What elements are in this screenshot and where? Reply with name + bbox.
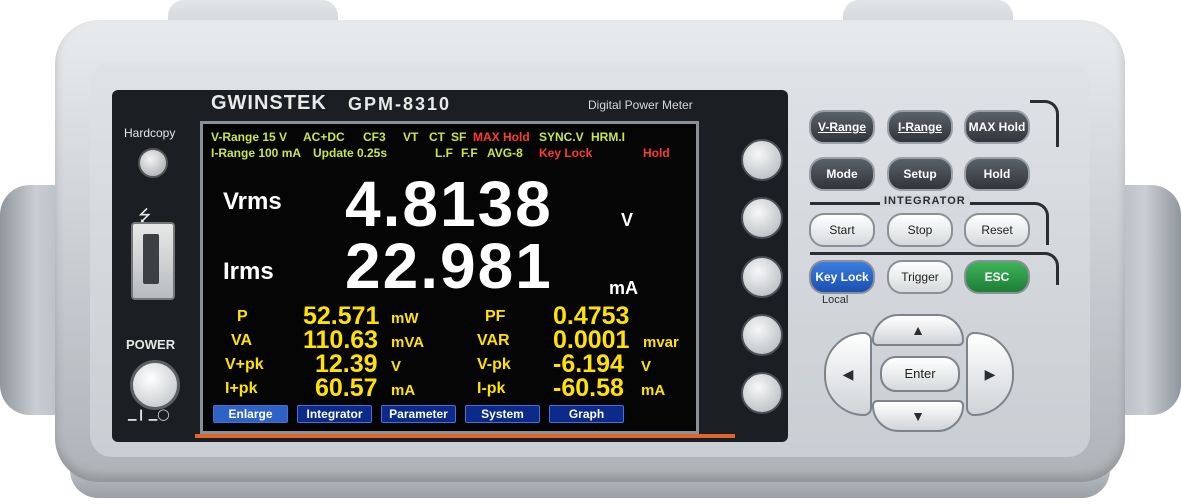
- i-range-label: I-Range: [897, 120, 942, 134]
- pf-label: PF: [485, 308, 506, 325]
- side-softkey-1[interactable]: [741, 139, 783, 181]
- hardcopy-button[interactable]: [138, 148, 168, 178]
- arrow-left-icon: ◀: [842, 366, 854, 382]
- side-softkey-5[interactable]: [741, 372, 783, 414]
- arrow-up-icon: ▲: [911, 322, 925, 338]
- vrms-value: 4.8138: [345, 168, 553, 240]
- vrms-label: Vrms: [223, 188, 282, 215]
- status-ct: CT: [429, 130, 445, 144]
- ipk-neg-label: I-pk: [477, 380, 506, 397]
- power-meter-device: GWINSTEK GPM-8310 Digital Power Meter Ha…: [0, 0, 1181, 504]
- start-button[interactable]: Start: [809, 213, 875, 247]
- status-key-lock: Key Lock: [539, 146, 593, 160]
- stop-button[interactable]: Stop: [887, 213, 953, 247]
- va-unit: mVA: [391, 334, 425, 351]
- status-avg: AVG-8: [487, 146, 523, 160]
- key-lock-button[interactable]: Key Lock: [809, 260, 875, 294]
- ipk-neg-unit: mA: [641, 382, 666, 399]
- softkey-integrator[interactable]: Integrator: [297, 405, 372, 423]
- arrow-down-icon: ▼: [911, 408, 925, 424]
- side-softkey-4[interactable]: [741, 314, 783, 356]
- lcd-screen: V-Range 15 V AC+DC CF3 VT CT SF MAX Hold…: [200, 121, 699, 434]
- status-hold: Hold: [643, 146, 670, 160]
- irms-unit: mA: [609, 278, 639, 298]
- ipk-pos-value: 60.57: [315, 374, 378, 402]
- softkey-parameter[interactable]: Parameter: [381, 405, 456, 423]
- arrow-down-button[interactable]: ▼: [872, 400, 964, 432]
- device-subtitle: Digital Power Meter: [588, 98, 693, 112]
- integrator-label: INTEGRATOR: [880, 195, 970, 207]
- ipk-pos-label: I+pk: [225, 380, 258, 397]
- model-name: GPM-8310: [348, 94, 452, 114]
- status-max-hold: MAX Hold: [473, 130, 530, 144]
- local-label: Local: [822, 294, 849, 306]
- status-v-range: V-Range 15 V: [211, 130, 288, 144]
- vpk-neg-unit: V: [641, 358, 652, 375]
- hold-button[interactable]: Hold: [964, 157, 1030, 191]
- ipk-neg-value: -60.58: [553, 374, 624, 402]
- power-label: POWER: [126, 337, 176, 352]
- status-vt: VT: [403, 130, 419, 144]
- softkey-enlarge[interactable]: Enlarge: [213, 405, 288, 423]
- p-label: P: [237, 308, 248, 325]
- i-range-button[interactable]: I-Range: [887, 110, 953, 144]
- power-button[interactable]: [130, 360, 180, 410]
- hardcopy-label: Hardcopy: [124, 126, 176, 140]
- vpk-pos-unit: V: [391, 358, 402, 375]
- v-range-label: V-Range: [817, 120, 866, 134]
- enter-button[interactable]: Enter: [880, 356, 960, 392]
- reset-button[interactable]: Reset: [964, 213, 1030, 247]
- status-cf: CF3: [363, 130, 386, 144]
- setup-button[interactable]: Setup: [887, 157, 953, 191]
- trigger-button[interactable]: Trigger: [887, 260, 953, 294]
- arrow-up-button[interactable]: ▲: [872, 314, 964, 346]
- power-state-icon: ▁❙ ▁◯: [128, 409, 170, 421]
- brand-logo: GWINSTEK: [211, 92, 327, 114]
- side-softkey-3[interactable]: [741, 256, 783, 298]
- vpk-neg-label: V-pk: [477, 356, 511, 373]
- p-unit: mW: [391, 310, 419, 327]
- side-softkey-2[interactable]: [741, 197, 783, 239]
- vrms-unit: V: [621, 210, 634, 230]
- va-label: VA: [231, 332, 253, 349]
- mode-button[interactable]: Mode: [809, 157, 875, 191]
- arrow-right-icon: ▶: [984, 366, 996, 382]
- v-range-button[interactable]: V-Range: [809, 110, 875, 144]
- usb-port[interactable]: [131, 222, 175, 300]
- softkey-graph[interactable]: Graph: [549, 405, 624, 423]
- status-update: Update 0.25s: [313, 146, 388, 160]
- vpk-pos-label: V+pk: [225, 356, 264, 373]
- status-ff: F.F: [461, 146, 478, 160]
- status-hrm: HRM.I: [591, 130, 625, 144]
- status-i-range: I-Range 100 mA: [211, 146, 302, 160]
- var-unit: mvar: [643, 334, 679, 351]
- softkey-system[interactable]: System: [465, 405, 540, 423]
- var-label: VAR: [477, 332, 510, 349]
- ipk-pos-unit: mA: [391, 382, 416, 399]
- status-sf: SF: [451, 130, 467, 144]
- esc-button[interactable]: ESC: [964, 260, 1030, 294]
- panel-divider-top: [1030, 100, 1059, 147]
- irms-value: 22.981: [345, 230, 553, 302]
- max-hold-button[interactable]: MAX Hold: [964, 110, 1030, 144]
- status-lf: L.F: [435, 146, 453, 160]
- accent-line: [195, 434, 735, 438]
- status-sync: SYNC.V: [539, 130, 584, 144]
- status-coupling: AC+DC: [303, 130, 345, 144]
- irms-label: Irms: [223, 258, 274, 285]
